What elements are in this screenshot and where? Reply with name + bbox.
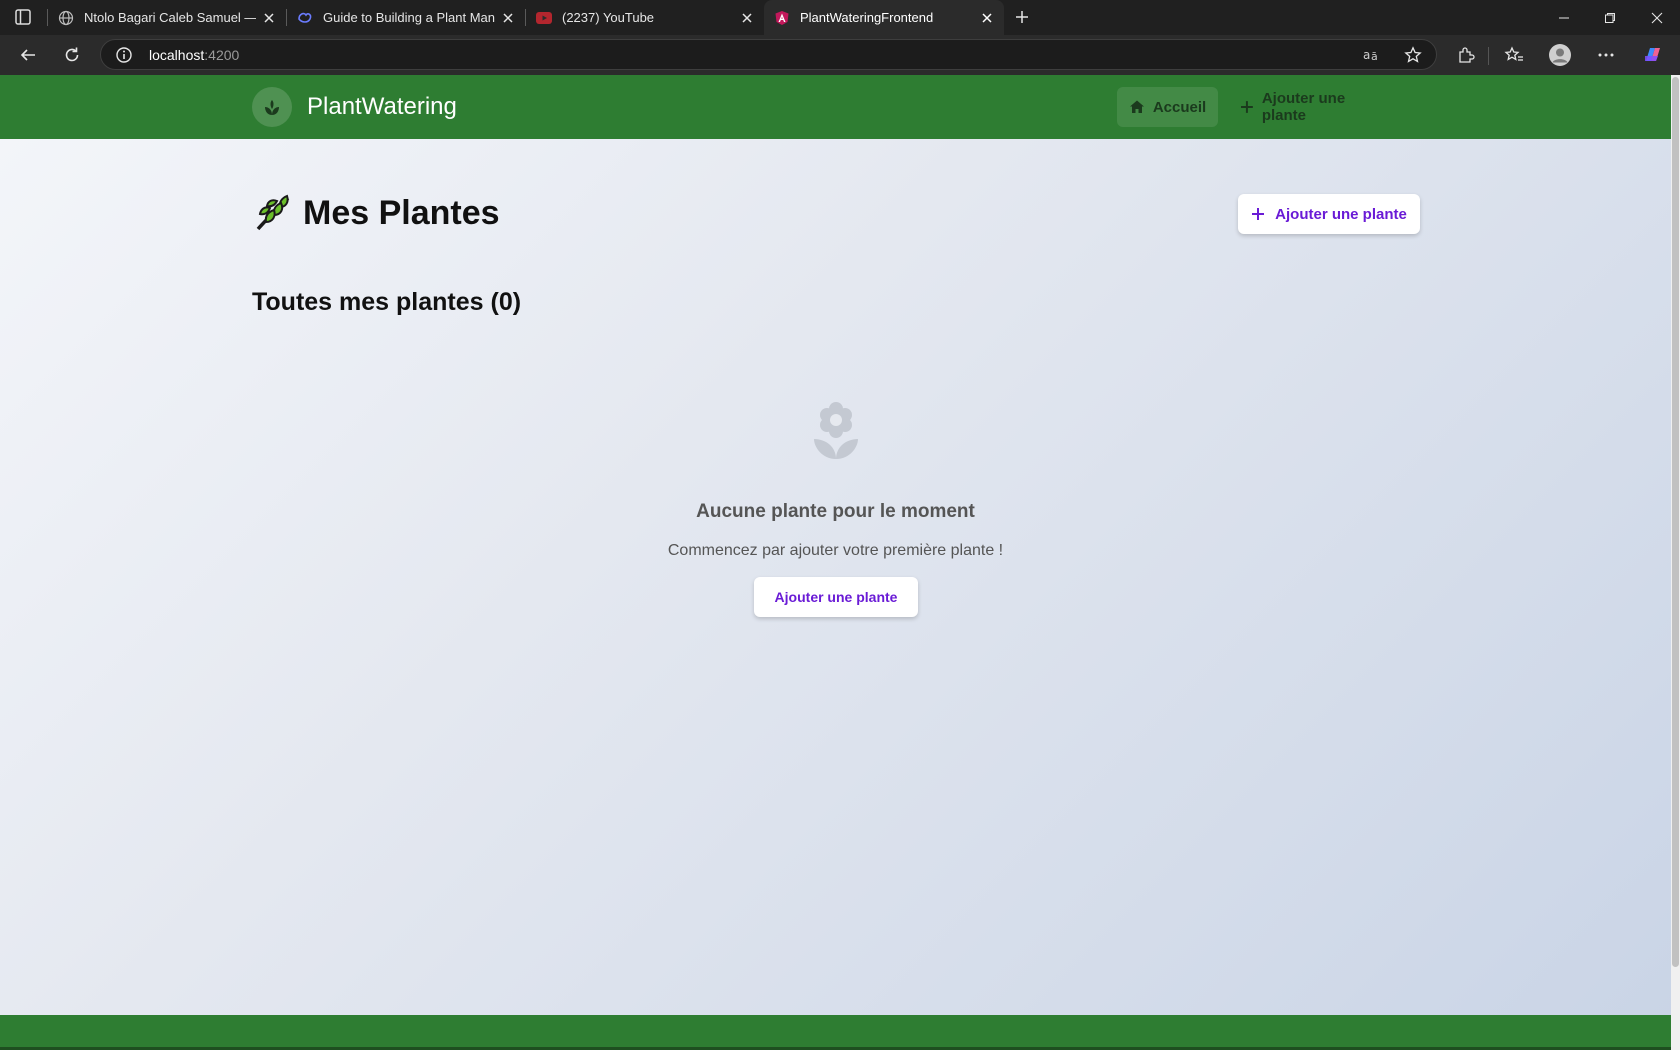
nav-add-plant-button[interactable]: Ajouter une plante xyxy=(1232,87,1392,127)
site-info-icon[interactable] xyxy=(115,46,133,69)
page-scrollbar[interactable] xyxy=(1671,75,1680,1050)
scrollbar-thumb[interactable] xyxy=(1672,77,1679,967)
app-footer xyxy=(0,1015,1671,1050)
flower-icon xyxy=(810,401,862,461)
back-button[interactable] xyxy=(13,40,43,70)
ai-assistant-icon xyxy=(297,10,313,26)
favorites-icon[interactable] xyxy=(1499,40,1529,70)
restore-button[interactable] xyxy=(1587,0,1633,35)
more-options-icon[interactable] xyxy=(1591,40,1621,70)
youtube-icon xyxy=(536,10,552,26)
close-icon[interactable] xyxy=(256,5,282,31)
favorite-star-icon[interactable] xyxy=(1402,44,1424,66)
plus-icon xyxy=(1252,208,1265,220)
plus-icon xyxy=(1240,101,1253,113)
page-title-text: Mes Plantes xyxy=(303,193,500,232)
extensions-icon[interactable] xyxy=(1451,40,1481,70)
empty-state-subtitle: Commencez par ajouter votre première pla… xyxy=(667,542,1004,559)
tab-title: (2237) YouTube xyxy=(562,10,655,25)
sprout-logo-icon xyxy=(252,87,292,127)
close-icon[interactable] xyxy=(495,5,521,31)
url-host: localhost xyxy=(149,47,205,63)
tab-plantwatering[interactable]: PlantWateringFrontend xyxy=(764,0,1004,35)
close-icon[interactable] xyxy=(974,5,1000,31)
tab-youtube[interactable]: (2237) YouTube xyxy=(526,0,764,35)
leaf-icon xyxy=(253,193,293,233)
tab-portfolio[interactable]: Ntolo Bagari Caleb Samuel — Por xyxy=(48,0,286,35)
new-tab-button[interactable] xyxy=(1009,4,1035,30)
browser-toolbar: localhost:4200 aā xyxy=(0,35,1680,75)
address-bar[interactable]: localhost:4200 aā xyxy=(100,39,1437,70)
tab-actions-icon[interactable] xyxy=(12,7,34,27)
globe-icon xyxy=(58,10,74,26)
minimize-button[interactable] xyxy=(1541,0,1587,35)
home-icon xyxy=(1129,100,1144,113)
reload-button[interactable] xyxy=(57,40,87,70)
svg-text:ā: ā xyxy=(1371,50,1378,63)
profile-avatar[interactable] xyxy=(1545,40,1575,70)
tab-guide[interactable]: Guide to Building a Plant Manage xyxy=(287,0,525,35)
add-plant-label: Ajouter une plante xyxy=(1275,205,1407,223)
page-title: Mes Plantes xyxy=(253,193,500,233)
close-icon[interactable] xyxy=(734,5,760,31)
page-content: PlantWatering Accueil Ajouter une plante… xyxy=(0,75,1671,1050)
url-port: :4200 xyxy=(204,47,240,63)
section-title: Toutes mes plantes (0) xyxy=(252,288,522,316)
nav-home-label: Accueil xyxy=(1152,98,1207,116)
app-header: PlantWatering Accueil Ajouter une plante xyxy=(0,75,1671,139)
translate-icon[interactable]: aā xyxy=(1361,44,1383,66)
angular-icon xyxy=(774,10,790,26)
empty-state-title: Aucune plante pour le moment xyxy=(696,501,975,522)
copilot-icon[interactable] xyxy=(1638,40,1668,70)
url-text: localhost:4200 xyxy=(149,47,239,63)
window-close-button[interactable] xyxy=(1634,0,1680,35)
browser-tabstrip: Ntolo Bagari Caleb Samuel — Por Guide to… xyxy=(0,0,1680,35)
empty-add-plant-button[interactable]: Ajouter une plante xyxy=(754,577,918,617)
app-brand-name[interactable]: PlantWatering xyxy=(307,93,457,121)
toolbar-divider xyxy=(1488,47,1489,65)
tab-title: PlantWateringFrontend xyxy=(800,10,934,25)
nav-home-button[interactable]: Accueil xyxy=(1117,87,1218,127)
svg-text:a: a xyxy=(1363,48,1370,62)
tab-title: Guide to Building a Plant Manage xyxy=(323,10,495,25)
nav-add-label: Ajouter une plante xyxy=(1261,90,1346,124)
add-plant-button[interactable]: Ajouter une plante xyxy=(1238,194,1420,234)
tab-title: Ntolo Bagari Caleb Samuel — Por xyxy=(84,10,256,25)
